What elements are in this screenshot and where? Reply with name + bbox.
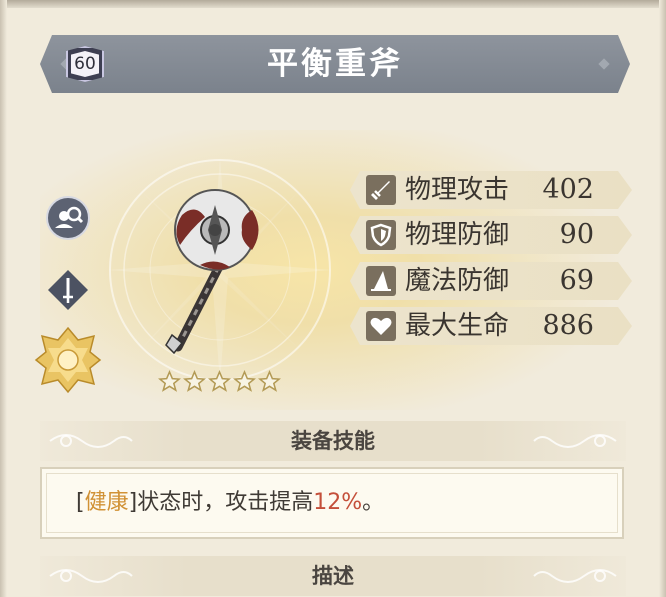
weapon-type-sword-icon — [48, 270, 88, 310]
skill-section-header: 装备技能 — [40, 421, 626, 461]
stat-row-max-hp: 最大生命 886 — [350, 307, 632, 345]
star-icon — [158, 370, 181, 392]
star-icon — [233, 370, 256, 392]
stat-label: 最大生命 — [405, 311, 510, 341]
skill-text-end: 。 — [362, 490, 385, 515]
stat-value: 402 — [542, 174, 594, 205]
flourish-right-icon — [533, 434, 617, 448]
skill-description-box: [健康]状态时，攻击提高12%。 — [40, 467, 624, 539]
heart-icon — [366, 311, 396, 341]
inspect-character-icon — [46, 196, 90, 240]
golden-flower-emblem-icon — [34, 326, 102, 394]
stat-value: 90 — [559, 219, 594, 250]
flourish-right-icon — [533, 569, 617, 583]
stat-value: 886 — [542, 310, 594, 341]
skill-keyword-link[interactable]: 健康 — [85, 490, 129, 515]
star-icon — [258, 370, 281, 392]
window-right-border — [659, 0, 666, 597]
wizard-hat-icon — [366, 266, 396, 296]
window-left-border — [0, 0, 7, 597]
skill-text-body: ]状态时，攻击提高 — [128, 490, 314, 515]
stat-row-physical-defense: 物理防御 90 — [350, 216, 632, 254]
stat-label: 魔法防御 — [405, 266, 510, 296]
stat-label: 物理攻击 — [405, 175, 510, 205]
stat-value: 69 — [559, 265, 594, 296]
axe-weapon-icon — [165, 189, 259, 355]
skill-text: [健康]状态时，攻击提高12%。 — [76, 469, 384, 537]
shield-icon — [366, 220, 396, 250]
set-bonus-button[interactable] — [34, 326, 102, 394]
skill-percent-value: 12% — [313, 490, 363, 515]
inspect-character-button[interactable] — [46, 196, 90, 240]
weapon-type-button[interactable] — [46, 268, 90, 312]
item-name: 平衡重斧 — [267, 46, 403, 82]
window-top-border — [0, 0, 666, 8]
stat-row-magic-defense: 魔法防御 69 — [350, 262, 632, 300]
stat-row-physical-attack: 物理攻击 402 — [350, 171, 632, 209]
star-icon — [183, 370, 206, 392]
sword-icon — [366, 175, 396, 205]
item-title-banner: 60 平衡重斧 — [40, 35, 630, 93]
rarity-stars — [158, 370, 288, 396]
stat-label: 物理防御 — [405, 220, 510, 250]
description-section-header: 描述 — [40, 556, 626, 596]
star-icon — [208, 370, 231, 392]
skill-text-bracket: [ — [76, 490, 85, 515]
